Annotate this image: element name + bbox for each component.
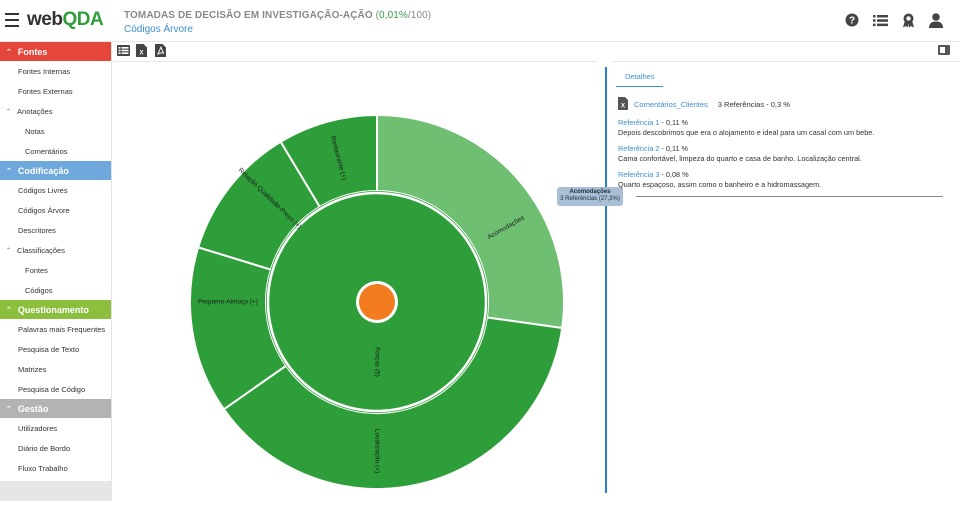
project-title: TOMADAS DE DECISÃO EM INVESTIGAÇÃO-AÇÃO … <box>124 10 432 21</box>
chevron-up-icon: ⌃ <box>6 306 12 314</box>
reference-link[interactable]: Referência 1 <box>618 118 659 127</box>
chart-toolbar: X <box>117 44 168 57</box>
source-row: X Comentários_Clientes 3 Referências - 0… <box>618 97 947 112</box>
sidebar-item-palavras-frequentes[interactable]: Palavras mais Frequentes <box>0 319 111 339</box>
sidebar-group-anotacoes[interactable]: ⌃ Anotações <box>0 101 111 121</box>
sidebar-section-gestao[interactable]: ⌃ Gestão <box>0 399 111 418</box>
sunburst-chart: Forças (5) Acomodações Localização (+) Pequ… <box>113 62 606 501</box>
sidebar-item-codigos-livres[interactable]: Códigos Livres <box>0 180 111 200</box>
page-subtitle: Códigos Árvore <box>124 24 193 35</box>
chevron-up-icon: ⌃ <box>6 247 12 254</box>
svg-text:X: X <box>139 51 143 57</box>
sidebar-item-class-fontes[interactable]: Fontes <box>0 260 111 280</box>
svg-text:?: ? <box>849 16 855 27</box>
menu-icon[interactable] <box>5 13 19 27</box>
sunburst-segment-label: Localização (+) <box>373 429 380 473</box>
help-icon[interactable]: ? <box>844 12 860 28</box>
sunburst-inner-label: Forças (5) <box>373 347 380 377</box>
top-bar: webQDA TOMADAS DE DECISÃO EM INVESTIGAÇÃ… <box>0 0 960 42</box>
sidebar-section-questionamento[interactable]: ⌃ Questionamento <box>0 300 111 319</box>
user-icon[interactable] <box>928 12 944 28</box>
sidebar-item-class-codigos[interactable]: Códigos <box>0 280 111 300</box>
sidebar-item-notas[interactable]: Notas <box>0 121 111 141</box>
panel-divider[interactable] <box>605 67 607 493</box>
reference-item: Referência 3 - 0,08 % Quarto espaçoso, a… <box>618 170 947 190</box>
sunburst-center[interactable] <box>359 284 395 320</box>
sidebar-item-pesquisa-codigo[interactable]: Pesquisa de Código <box>0 379 111 399</box>
reference-text: Cama confortável, limpeza do quarto e ca… <box>618 154 862 163</box>
reference-pct: - 0,08 % <box>659 170 689 179</box>
reference-item: Referência 1 - 0,11 % Depois descobrimos… <box>618 118 947 138</box>
reference-pct: - 0,11 % <box>659 144 689 153</box>
export-pdf-icon[interactable] <box>155 44 168 57</box>
sidebar-item-descritores[interactable]: Descritores <box>0 220 111 240</box>
sidebar-item-matrizes[interactable]: Matrizes <box>0 359 111 379</box>
sidebar-item-diario-bordo[interactable]: Diário de Bordo <box>0 438 111 458</box>
reference-text: Quarto espaçoso, assim como o banheiro e… <box>618 180 822 189</box>
sidebar-item-fontes-externas[interactable]: Fontes Externas <box>0 81 111 101</box>
excel-file-icon: X <box>618 97 628 112</box>
sidebar-item-fontes-internas[interactable]: Fontes Internas <box>0 61 111 81</box>
sunburst-segment-label: Pequeno-Almoço (+) <box>198 299 258 306</box>
export-xls-icon[interactable]: X <box>136 44 149 57</box>
app-logo[interactable]: webQDA <box>27 9 104 31</box>
sidebar-footer <box>0 481 112 501</box>
chevron-up-icon: ⌃ <box>6 108 12 115</box>
sidebar-section-codificacao[interactable]: ⌃ Codificação <box>0 161 111 180</box>
chevron-up-icon: ⌃ <box>6 48 12 56</box>
details-panel: Detalhes X Comentários_Clientes 3 Referê… <box>612 66 947 197</box>
sidebar-section-fontes[interactable]: ⌃ Fontes <box>0 42 111 61</box>
sidebar-item-comentarios[interactable]: Comentários <box>0 141 111 161</box>
source-refs: 3 Referências - 0,3 % <box>717 100 790 109</box>
sidebar-item-codigos-arvore[interactable]: Códigos Árvore <box>0 200 111 220</box>
divider <box>636 196 943 197</box>
panel-toggle-icon[interactable] <box>938 45 950 55</box>
tab-detalhes[interactable]: Detalhes <box>616 68 663 87</box>
table-icon[interactable] <box>117 44 130 57</box>
tooltip-text: 3 Referências (27,3%) <box>560 196 620 202</box>
sidebar-group-classificacoes[interactable]: ⌃ Classificações <box>0 240 111 260</box>
sidebar-item-fluxo-trabalho[interactable]: Fluxo Trabalho <box>0 458 111 478</box>
reference-link[interactable]: Referência 2 <box>618 144 659 153</box>
award-icon[interactable] <box>900 12 916 28</box>
svg-text:X: X <box>621 104 625 110</box>
reference-link[interactable]: Referência 3 <box>618 170 659 179</box>
chevron-up-icon: ⌃ <box>6 405 12 413</box>
reference-item: Referência 2 - 0,11 % Cama confortável, … <box>618 144 947 164</box>
divider <box>612 61 960 62</box>
reference-pct: - 0,11 % <box>659 118 689 127</box>
chevron-up-icon: ⌃ <box>6 167 12 175</box>
reference-text: Depois descobrimos que era o alojamento … <box>618 128 875 137</box>
sidebar: ⌃ Fontes Fontes Internas Fontes Externas … <box>0 42 112 501</box>
source-link[interactable]: Comentários_Clientes <box>634 100 708 109</box>
sidebar-item-utilizadores[interactable]: Utilizadores <box>0 418 111 438</box>
sidebar-item-pesquisa-texto[interactable]: Pesquisa de Texto <box>0 339 111 359</box>
list-icon[interactable] <box>872 12 888 28</box>
